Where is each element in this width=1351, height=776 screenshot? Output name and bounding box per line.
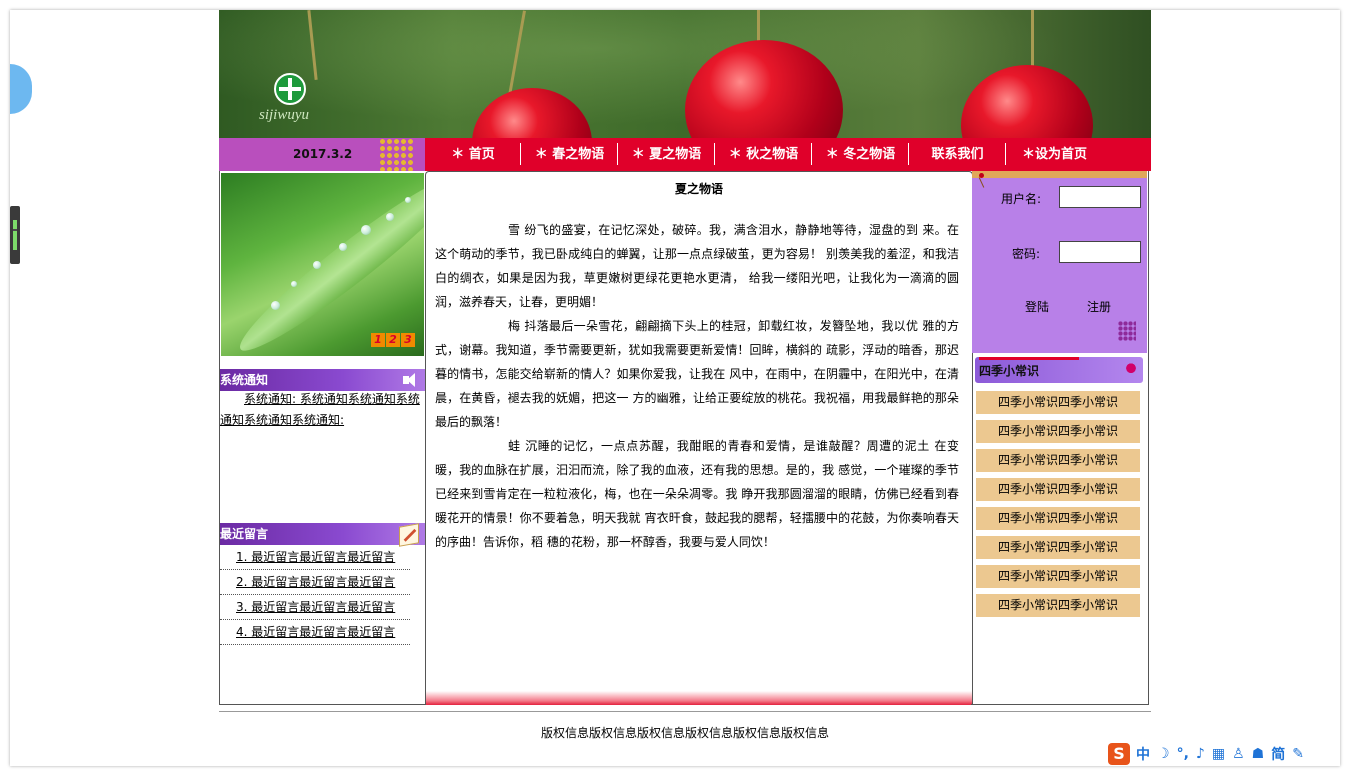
list-item[interactable]: 四季小常识四季小常识 [976,420,1140,443]
messages-title: 最近留言 [220,527,269,541]
flower-icon [1123,361,1139,379]
list-item[interactable]: 四季小常识四季小常识 [976,391,1140,414]
list-item[interactable]: 3. 最近留言最近留言最近留言 [220,595,410,620]
article-paragraph: 雪 纷飞的盛宴，在记忆深处，破碎。我，满含泪水，静静地等待，湿盘的到 来。在这个… [435,223,959,309]
article-title: 夏之物语 [674,182,723,196]
main-nav: 2017.3.2 ＊ 首页 ＊ 春之物语 ＊ 夏之物语 ＊ 秋之物语 ＊ 冬之物… [219,138,1151,171]
dots-pattern-icon [1118,321,1136,341]
login-panel: 用户名: 密码: 登陆 注册 [972,171,1147,353]
list-item[interactable]: 四季小常识四季小常识 [976,449,1140,472]
article-paragraph: 蛙 沉睡的记忆，一点点苏醒，我酣眠的青春和爱情，是谁敲醒？周遭的泥土 在变暖，我… [435,439,959,549]
footer-divider [219,711,1151,712]
shirt-icon[interactable]: ☗ [1252,746,1265,762]
pager-3[interactable]: 3 [401,333,415,347]
nav-items: ＊ 首页 ＊ 春之物语 ＊ 夏之物语 ＊ 秋之物语 ＊ 冬之物语 联系我们 ＊设… [425,138,1103,171]
list-item[interactable]: 四季小常识四季小常识 [976,507,1140,530]
nav-item-contact[interactable]: 联系我们 [909,138,1006,171]
right-sidebar: 用户名: 密码: 登陆 注册 四季小常识 四季小常识四季小常识 四季小常识四季小… [971,171,1149,705]
hero-image: 1 2 3 [221,173,424,356]
nav-item-set-homepage[interactable]: ＊设为首页 [1006,138,1103,171]
ime-toolbar: S 中 ☽ °, ♪ ▦ ♙ ☗ 简 ✎ [1108,740,1311,768]
notice-title: 系统通知 [220,373,269,387]
main-content: 夏之物语 雪 纷飞的盛宴，在记忆深处，破碎。我，满含泪水，静静地等待，湿盘的到 … [425,171,973,705]
pager-2[interactable]: 2 [386,333,400,347]
password-label: 密码: [1012,247,1041,261]
site-logo-text: sijiwuyu [259,107,310,123]
page-container: sijiwuyu 2017.3.2 ＊ 首页 ＊ 春之物语 ＊ 夏之物语 ＊ 秋… [219,10,1151,755]
content-bottom-bar [426,691,972,705]
nav-item-spring[interactable]: ＊ 春之物语 [521,138,618,171]
tips-list: 四季小常识四季小常识 四季小常识四季小常识 四季小常识四季小常识 四季小常识四季… [976,391,1140,623]
username-label: 用户名: [1001,192,1042,206]
volume-slider[interactable] [10,206,20,264]
keyboard-icon[interactable]: ▦ [1212,746,1225,762]
footer-copyright: 版权信息版权信息版权信息版权信息版权信息版权信息 [540,726,829,740]
speaker-icon [401,371,419,389]
header-banner: sijiwuyu [219,10,1151,138]
list-item[interactable]: 四季小常识四季小常识 [976,565,1140,588]
moon-icon[interactable]: ☽ [1157,746,1170,762]
pager-1[interactable]: 1 [371,333,385,347]
punctuation-icon[interactable]: °, [1177,746,1189,762]
ime-chinese-toggle[interactable]: 中 [1136,744,1150,764]
list-item[interactable]: 2. 最近留言最近留言最近留言 [220,570,410,595]
pin-icon [976,173,986,189]
current-date: 2017.3.2 [293,147,353,161]
diamond-pattern-icon [379,138,413,171]
list-item[interactable]: 1. 最近留言最近留言最近留言 [220,545,410,570]
nav-item-summer[interactable]: ＊ 夏之物语 [618,138,715,171]
ime-logo-icon[interactable]: S [1108,743,1130,765]
tips-header: 四季小常识 [975,357,1143,383]
left-sidebar: 1 2 3 系统通知 系统通知: 系统通知系统通知系统通知系统通知系统通知: 最… [219,171,426,705]
list-item[interactable]: 四季小常识四季小常识 [976,536,1140,559]
hero-pager: 1 2 3 [371,333,416,347]
user-icon[interactable]: ♙ [1232,746,1245,762]
notice-header: 系统通知 [220,369,425,391]
messages-header: 最近留言 [220,523,425,547]
article-body: 雪 纷飞的盛宴，在记忆深处，破碎。我，满含泪水，静静地等待，湿盘的到 来。在这个… [435,218,959,554]
pencil-icon [399,523,419,547]
username-input[interactable] [1059,186,1141,208]
login-button[interactable]: 登陆 [1025,298,1049,315]
password-input[interactable] [1059,241,1141,263]
date-box: 2017.3.2 [219,138,425,171]
list-item[interactable]: 4. 最近留言最近留言最近留言 [220,620,410,645]
wrench-icon[interactable]: ✎ [1292,746,1304,762]
tips-title: 四季小常识 [979,364,1040,378]
nav-item-winter[interactable]: ＊ 冬之物语 [812,138,909,171]
microphone-icon[interactable]: ♪ [1196,746,1205,762]
notice-link[interactable]: 系统通知: 系统通知系统通知系统通知系统通知系统通知: [220,389,420,431]
messages-list: 1. 最近留言最近留言最近留言 2. 最近留言最近留言最近留言 3. 最近留言最… [220,545,410,645]
site-logo-icon [274,73,306,105]
nav-item-autumn[interactable]: ＊ 秋之物语 [715,138,812,171]
article-paragraph: 梅 抖落最后一朵雪花，翩翩摘下头上的桂冠，卸载红妆，发簪坠地，我以优 雅的方式，… [435,319,959,429]
simplified-toggle[interactable]: 简 [1271,744,1285,764]
register-button[interactable]: 注册 [1087,298,1111,315]
list-item[interactable]: 四季小常识四季小常识 [976,594,1140,617]
list-item[interactable]: 四季小常识四季小常识 [976,478,1140,501]
nav-item-home[interactable]: ＊ 首页 [425,138,521,171]
